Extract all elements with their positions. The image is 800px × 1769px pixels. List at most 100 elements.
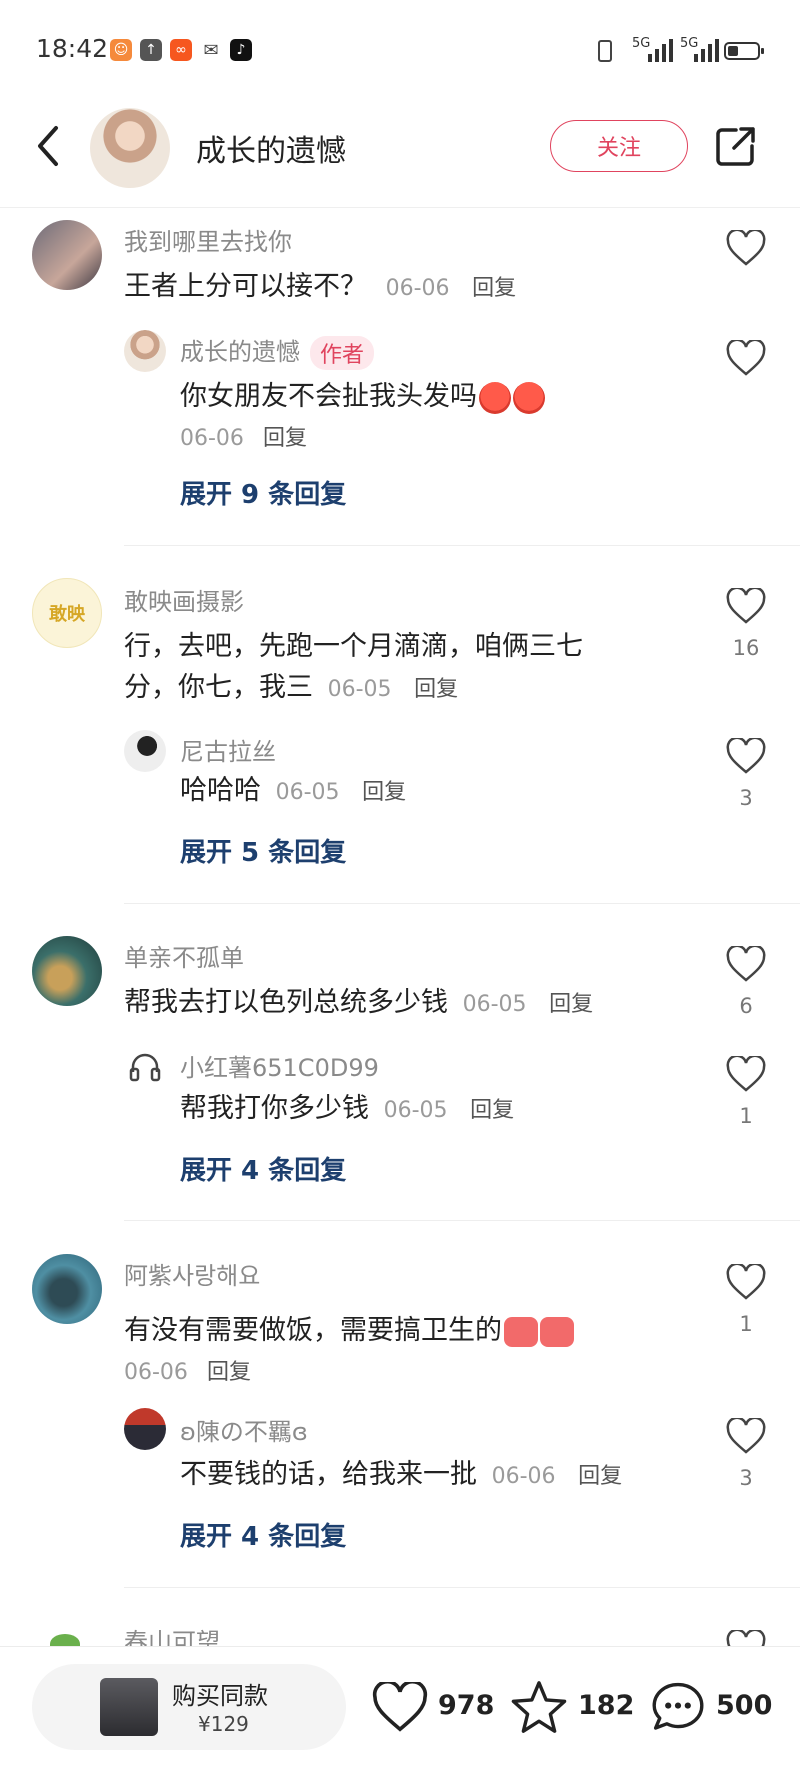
comment-body: 王者上分可以接不？ xyxy=(124,271,367,302)
comment-body-line-2: 分，你七，我三 xyxy=(124,672,313,703)
reply-button[interactable]: 回复 xyxy=(362,780,406,805)
comment-body: 帮我去打以色列总统多少钱 xyxy=(124,987,448,1018)
reply-name[interactable]: 小红薯651C0D99 xyxy=(180,1048,379,1083)
expand-replies-link[interactable]: 展开 4 条回复 xyxy=(180,1150,346,1187)
comment-divider xyxy=(124,903,800,904)
product-price: ¥129 xyxy=(198,1712,249,1736)
back-icon[interactable] xyxy=(30,122,70,170)
reply-body: 你女朋友不会扯我头发吗 xyxy=(180,381,477,412)
red-envelope-emoji-icon xyxy=(504,1316,538,1347)
like-heart-icon[interactable] xyxy=(726,340,766,376)
taobao-icon: ☺ xyxy=(110,39,132,61)
like-count: 1 xyxy=(739,1104,753,1128)
like-count: 1 xyxy=(739,1312,753,1336)
comment-text[interactable]: 王者上分可以接不？ 06-06 回复 xyxy=(124,266,516,309)
reply-avatar[interactable] xyxy=(124,1408,166,1450)
share-icon[interactable] xyxy=(714,124,758,168)
reply-body: 不要钱的话，给我来一批 xyxy=(180,1459,477,1490)
header-divider xyxy=(0,207,800,208)
reply-button[interactable]: 回复 xyxy=(414,677,458,702)
comment-date: 06-05 xyxy=(462,992,527,1017)
signal-bars-1-icon xyxy=(648,39,673,62)
red-envelope-emoji-icon xyxy=(540,1316,574,1347)
comment-text[interactable]: 帮我去打以色列总统多少钱 06-05 回复 xyxy=(124,982,593,1025)
reply-name[interactable]: 尼古拉丝 xyxy=(180,732,276,767)
reply-button[interactable]: 回复 xyxy=(549,992,593,1017)
wechat-icon: ✉ xyxy=(200,39,222,61)
like-count: 6 xyxy=(739,994,753,1018)
commenter-name[interactable]: 单亲不孤单 xyxy=(124,938,244,973)
like-heart-icon[interactable] xyxy=(726,1264,766,1300)
reply-date: 06-06 xyxy=(491,1464,556,1489)
comment-date: 06-05 xyxy=(327,677,392,702)
comments-count: 500 xyxy=(716,1690,773,1721)
angry-devil-emoji-icon xyxy=(513,381,545,414)
author-avatar[interactable] xyxy=(90,108,170,188)
comment-text[interactable]: 行，去吧，先跑一个月滴滴，咱俩三七 分，你七，我三 06-05 回复 xyxy=(124,626,583,710)
reply-button[interactable]: 回复 xyxy=(207,1360,251,1385)
headphones-avatar-icon[interactable] xyxy=(128,1052,162,1082)
commenter-avatar[interactable]: 敢映 xyxy=(32,578,102,648)
reply-username: 成长的遗憾 xyxy=(180,338,300,366)
reply-text[interactable]: 你女朋友不会扯我头发吗 xyxy=(180,376,545,417)
comment-body-line-1: 行，去吧，先跑一个月滴滴，咱俩三七 xyxy=(124,631,583,662)
collect-star-icon[interactable] xyxy=(510,1680,568,1734)
like-heart-icon[interactable] xyxy=(726,1056,766,1092)
like-count: 16 xyxy=(732,636,760,660)
upload-icon: ↑ xyxy=(140,39,162,61)
reply-name[interactable]: 成长的遗憾 作者 xyxy=(180,332,375,370)
like-heart-icon[interactable] xyxy=(726,588,766,624)
battery-icon xyxy=(724,42,764,60)
reply-name[interactable]: ʚ陳の不羈ɞ xyxy=(180,1412,308,1447)
reply-text[interactable]: 帮我打你多少钱 06-05 回复 xyxy=(180,1088,514,1131)
like-heart-icon[interactable] xyxy=(372,1682,428,1732)
comment-date: 06-06 xyxy=(124,1360,188,1385)
like-count: 3 xyxy=(739,1466,753,1490)
commenter-avatar[interactable] xyxy=(32,936,102,1006)
comment-divider xyxy=(124,1587,800,1588)
reply-button[interactable]: 回复 xyxy=(472,276,516,301)
expand-replies-link[interactable]: 展开 5 条回复 xyxy=(180,832,346,869)
reply-avatar[interactable] xyxy=(124,330,166,372)
comment-text[interactable]: 有没有需要做饭，需要搞卫生的 xyxy=(124,1310,574,1351)
expand-replies-link[interactable]: 展开 4 条回复 xyxy=(180,1516,346,1553)
tiktok-icon: ♪ xyxy=(230,39,252,61)
commenter-name[interactable]: 我到哪里去找你 xyxy=(124,222,292,257)
reply-button[interactable]: 回复 xyxy=(470,1098,514,1123)
commenter-avatar[interactable] xyxy=(32,220,102,290)
commenter-avatar[interactable] xyxy=(32,1254,102,1324)
status-time: 18:42 xyxy=(36,34,109,63)
reply-body: 哈哈哈 xyxy=(180,775,261,806)
reply-button[interactable]: 回复 xyxy=(578,1464,622,1489)
follow-button[interactable]: 关注 xyxy=(550,120,688,172)
author-tag-badge: 作者 xyxy=(310,336,375,370)
reply-button[interactable]: 回复 xyxy=(263,426,307,451)
product-thumbnail xyxy=(100,1678,158,1736)
reply-date: 06-06 xyxy=(180,426,244,451)
reply-date: 06-05 xyxy=(275,780,340,805)
like-heart-icon[interactable] xyxy=(726,230,766,266)
angry-devil-emoji-icon xyxy=(479,381,511,414)
vibrate-icon xyxy=(598,40,612,62)
like-heart-icon[interactable] xyxy=(726,946,766,982)
comment-bubble-icon[interactable] xyxy=(650,1680,706,1734)
signal-bars-2-icon xyxy=(694,39,719,62)
author-name[interactable]: 成长的遗憾 xyxy=(196,126,346,170)
reply-date: 06-05 xyxy=(383,1098,448,1123)
reply-meta: 06-06 回复 xyxy=(180,420,307,452)
comment-divider xyxy=(124,545,800,546)
comment-body: 有没有需要做饭，需要搞卫生的 xyxy=(124,1315,502,1346)
buy-same-label: 购买同款 xyxy=(172,1682,268,1710)
likes-count: 978 xyxy=(438,1690,495,1721)
comment-date: 06-06 xyxy=(385,276,450,301)
like-heart-icon[interactable] xyxy=(726,738,766,774)
reply-text[interactable]: 不要钱的话，给我来一批 06-06 回复 xyxy=(180,1454,622,1497)
commenter-name[interactable]: 阿紫사랑해요 xyxy=(124,1256,260,1291)
reply-avatar[interactable] xyxy=(124,730,166,772)
like-heart-icon[interactable] xyxy=(726,1418,766,1454)
comment-meta: 06-06 回复 xyxy=(124,1354,251,1386)
like-count: 3 xyxy=(739,786,753,810)
reply-text[interactable]: 哈哈哈 06-05 回复 xyxy=(180,770,406,813)
commenter-name[interactable]: 敢映画摄影 xyxy=(124,582,244,617)
expand-replies-link[interactable]: 展开 9 条回复 xyxy=(180,474,346,511)
